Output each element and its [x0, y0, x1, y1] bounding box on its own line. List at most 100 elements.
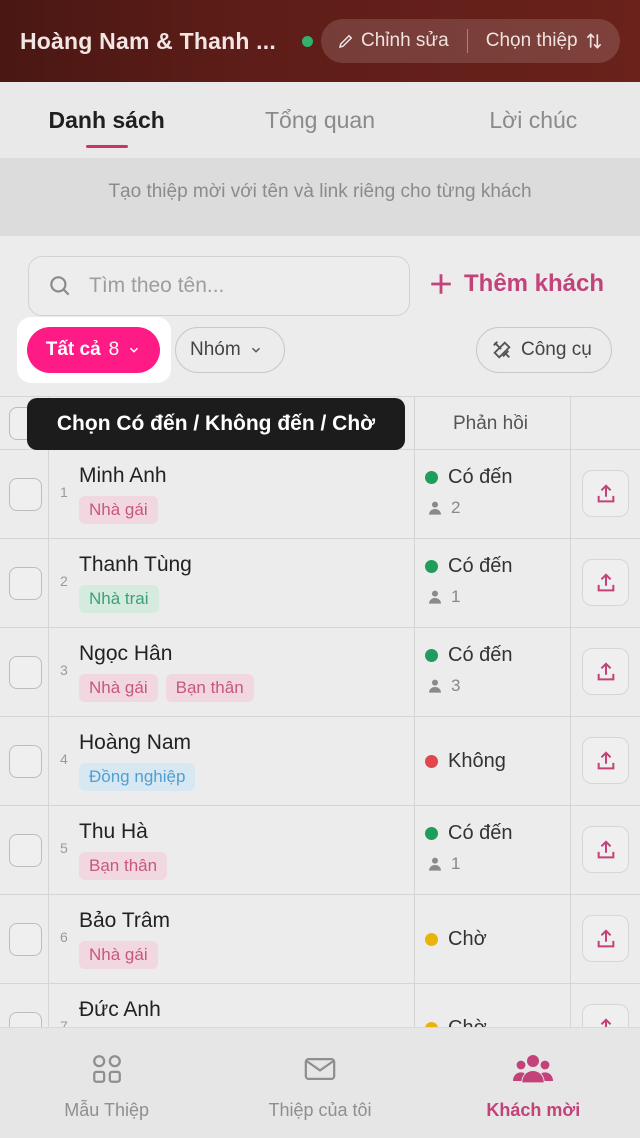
row-checkbox[interactable]: [9, 834, 42, 867]
nav-my-cards[interactable]: Thiệp của tôi: [213, 1028, 426, 1138]
app-header: Hoàng Nam & Thanh ... Chỉnh sửa Chọn thi…: [0, 0, 640, 82]
guest-tags: Nhà gái: [79, 496, 158, 524]
response-status[interactable]: Có đến: [425, 644, 513, 667]
share-button[interactable]: [582, 648, 629, 695]
table-row[interactable]: 4 Hoàng Nam Đồng nghiệp Không: [0, 717, 640, 806]
column-divider: [570, 717, 571, 805]
column-divider: [48, 628, 49, 716]
column-divider: [414, 628, 415, 716]
guest-name: Bảo Trâm: [79, 909, 171, 932]
person-icon: [429, 679, 441, 693]
filter-all-chip[interactable]: Tất cả 8: [27, 327, 160, 373]
response-status[interactable]: Chờ: [425, 928, 487, 951]
guest-table: Phản hồi 1 Minh Anh Nhà gái Có đến 2 2 Thanh T…: [0, 396, 640, 1073]
table-body: 1 Minh Anh Nhà gái Có đến 2 2 Thanh Tùng Nhà tr…: [0, 450, 640, 1073]
share-icon: [597, 483, 614, 502]
response-status[interactable]: Có đến: [425, 822, 513, 845]
edit-button[interactable]: Chỉnh sửa: [337, 30, 449, 52]
tab-overview[interactable]: Tổng quan: [213, 82, 426, 158]
table-row[interactable]: 5 Thu Hà Bạn thân Có đến 1: [0, 806, 640, 895]
add-guest-button[interactable]: Thêm khách: [428, 270, 604, 298]
filter-group-label: Nhóm: [190, 339, 241, 360]
table-row[interactable]: 3 Ngọc Hân Nhà gái Bạn thân Có đến 3: [0, 628, 640, 717]
search-icon: [50, 276, 70, 296]
envelope-icon: [304, 1057, 336, 1081]
column-divider: [570, 450, 571, 538]
response-status[interactable]: Không: [425, 750, 506, 773]
event-title: Hoàng Nam & Thanh ...: [20, 27, 276, 54]
tab-wishes[interactable]: Lời chúc: [427, 82, 640, 158]
highlight-spotlight: Tất cả 8: [17, 317, 171, 383]
row-index: 6: [60, 929, 68, 945]
share-button[interactable]: [582, 559, 629, 606]
row-index: 4: [60, 751, 68, 767]
share-icon: [597, 661, 614, 680]
column-divider: [48, 450, 49, 538]
table-row[interactable]: 6 Bảo Trâm Nhà gái Chờ: [0, 895, 640, 984]
row-index: 5: [60, 840, 68, 856]
guest-tag: Đồng nghiệp: [79, 763, 196, 791]
guest-tags: Nhà trai: [79, 585, 159, 613]
column-divider: [414, 539, 415, 627]
response-status[interactable]: Có đến: [425, 555, 513, 578]
filter-group-chip[interactable]: Nhóm: [175, 327, 285, 373]
response-label: Không: [448, 750, 506, 772]
edit-label: Chỉnh sửa: [361, 30, 449, 51]
guest-count-value: 3: [451, 676, 461, 695]
guest-count-value: 2: [451, 498, 461, 517]
response-label: Có đến: [448, 644, 513, 666]
tools-icon: [493, 341, 511, 359]
guest-tag: Bạn thân: [165, 674, 254, 702]
online-status-dot: [302, 35, 313, 47]
share-button[interactable]: [582, 826, 629, 873]
guest-count: 1: [427, 854, 460, 874]
response-label: Có đến: [448, 466, 513, 488]
share-button[interactable]: [582, 915, 629, 962]
response-status[interactable]: Có đến: [425, 466, 513, 489]
column-divider: [414, 895, 415, 983]
share-icon: [597, 839, 614, 858]
guest-tag: Bạn thân: [79, 852, 168, 880]
row-checkbox[interactable]: [9, 923, 42, 956]
chevron-down-icon: [251, 347, 260, 353]
guest-count: 3: [427, 676, 460, 696]
column-divider: [570, 397, 571, 449]
table-row[interactable]: 1 Minh Anh Nhà gái Có đến 2: [0, 450, 640, 539]
status-dot: [425, 933, 438, 946]
column-divider: [570, 806, 571, 894]
choose-card-label: Chọn thiệp: [485, 30, 578, 51]
guest-name: Minh Anh: [79, 464, 167, 487]
person-icon: [429, 590, 441, 604]
row-index: 3: [60, 662, 68, 678]
row-checkbox[interactable]: [9, 656, 42, 689]
search-placeholder: Tìm theo tên...: [89, 274, 225, 297]
nav-label: Khách mời: [486, 1100, 581, 1120]
tab-list[interactable]: Danh sách: [0, 82, 213, 158]
column-divider: [48, 806, 49, 894]
nav-guests[interactable]: Khách mời: [427, 1028, 640, 1138]
response-label: Có đến: [448, 555, 513, 577]
share-button[interactable]: [582, 737, 629, 784]
add-guest-label: Thêm khách: [464, 270, 605, 297]
row-checkbox[interactable]: [9, 745, 42, 778]
row-checkbox[interactable]: [9, 478, 42, 511]
nav-templates[interactable]: Mẫu Thiệp: [0, 1028, 213, 1138]
guest-count: 1: [427, 587, 460, 607]
plus-icon: [431, 274, 451, 294]
choose-card-button[interactable]: Chọn thiệp: [486, 30, 604, 52]
row-checkbox[interactable]: [9, 567, 42, 600]
bottom-navigation: Mẫu Thiệp Thiệp của tôi Khách mời: [0, 1027, 640, 1138]
column-divider: [414, 806, 415, 894]
column-divider: [48, 539, 49, 627]
search-input[interactable]: Tìm theo tên...: [28, 256, 410, 316]
guest-name: Đức Anh: [79, 998, 161, 1021]
share-button[interactable]: [582, 470, 629, 517]
guest-tag: Nhà gái: [79, 496, 158, 524]
tab-label: Danh sách: [48, 107, 165, 133]
guest-list-content: Tìm theo tên... Thêm khách Tất cả 8 Nhóm…: [0, 236, 640, 1073]
status-dot: [425, 649, 438, 662]
guest-tag: Nhà gái: [79, 674, 158, 702]
column-divider: [48, 717, 49, 805]
tools-button[interactable]: Công cụ: [476, 327, 612, 373]
table-row[interactable]: 2 Thanh Tùng Nhà trai Có đến 1: [0, 539, 640, 628]
